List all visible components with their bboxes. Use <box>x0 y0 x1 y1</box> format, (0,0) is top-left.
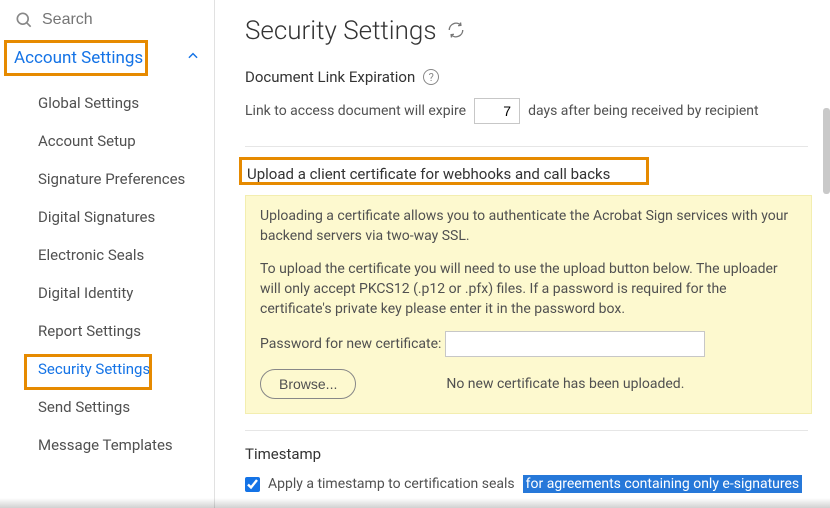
sidebar-item-account-setup[interactable]: Account Setup <box>20 122 214 160</box>
link-expiration-row: Link to access document will expire days… <box>245 98 808 124</box>
page-title-text: Security Settings <box>245 16 437 46</box>
sidebar-item-global-settings[interactable]: Global Settings <box>20 84 214 122</box>
upload-cert-description-1: Uploading a certificate allows you to au… <box>260 206 797 247</box>
section-heading-text: Document Link Expiration <box>245 68 415 86</box>
sidebar-item-send-settings[interactable]: Send Settings <box>20 388 214 426</box>
page-title: Security Settings <box>245 16 808 46</box>
upload-cert-panel: Uploading a certificate allows you to au… <box>245 195 812 414</box>
section-heading-link-expiration: Document Link Expiration ? <box>245 68 808 86</box>
section-upload-certificate: Upload a client certificate for webhooks… <box>245 146 808 430</box>
main-content: Security Settings Document Link Expirati… <box>215 0 830 508</box>
chevron-up-icon <box>186 48 200 68</box>
sidebar-item-security-settings[interactable]: Security Settings <box>20 350 214 388</box>
timestamp-checkbox[interactable] <box>245 477 260 492</box>
sidebar-item-digital-identity[interactable]: Digital Identity <box>20 274 214 312</box>
section-heading-upload-cert: Upload a client certificate for webhooks… <box>245 161 808 187</box>
scrollbar-thumb[interactable] <box>823 108 830 194</box>
link-expiration-suffix: days after being received by recipient <box>528 103 759 119</box>
sidebar-section-account-settings: Account Settings Global Settings Account… <box>0 38 214 464</box>
browse-button[interactable]: Browse... <box>260 369 356 399</box>
sidebar-items: Global Settings Account Setup Signature … <box>0 78 214 464</box>
section-heading-timestamp: Timestamp <box>245 445 808 463</box>
sidebar-section-label: Account Settings <box>14 48 143 68</box>
section-link-expiration: Document Link Expiration ? Link to acces… <box>245 68 808 146</box>
sidebar-item-digital-signatures[interactable]: Digital Signatures <box>20 198 214 236</box>
search-icon <box>14 10 34 30</box>
cert-password-label: Password for new certificate: <box>260 336 441 352</box>
cert-password-row: Password for new certificate: <box>260 331 797 357</box>
section-heading-text: Timestamp <box>245 445 321 463</box>
timestamp-label-highlight: for agreements containing only e-signatu… <box>523 475 802 493</box>
timestamp-label-a: Apply a timestamp to certification seals <box>268 476 515 492</box>
refresh-icon[interactable] <box>447 16 465 46</box>
sidebar-item-electronic-seals[interactable]: Electronic Seals <box>20 236 214 274</box>
sidebar-item-report-settings[interactable]: Report Settings <box>20 312 214 350</box>
timestamp-checkbox-row[interactable]: Apply a timestamp to certification seals… <box>245 475 808 493</box>
link-expiration-prefix: Link to access document will expire <box>245 103 466 119</box>
sidebar: Account Settings Global Settings Account… <box>0 0 215 508</box>
section-timestamp: Timestamp Apply a timestamp to certifica… <box>245 430 808 503</box>
sidebar-section-toggle[interactable]: Account Settings <box>0 38 214 78</box>
sidebar-item-message-templates[interactable]: Message Templates <box>20 426 214 464</box>
sidebar-item-signature-preferences[interactable]: Signature Preferences <box>20 160 214 198</box>
search-bar[interactable] <box>0 0 214 38</box>
cert-upload-status: No new certificate has been uploaded. <box>446 376 684 392</box>
search-input[interactable] <box>42 11 200 29</box>
cert-password-input[interactable] <box>445 331 705 357</box>
help-icon[interactable]: ? <box>423 69 439 85</box>
link-expiration-days-input[interactable] <box>474 98 520 124</box>
upload-cert-description-2: To upload the certificate you will need … <box>260 259 797 320</box>
